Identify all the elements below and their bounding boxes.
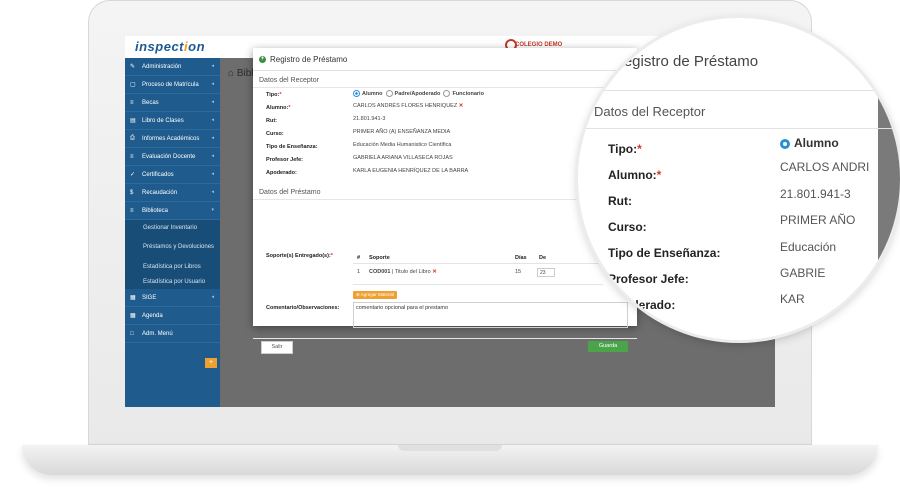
sidebar-item-administracion[interactable]: ✎ Administración ◂ [125,58,220,76]
mag-label-alumno: Alumno:* [608,168,662,182]
mag-value-rut: 21.801.941-3 [780,187,851,201]
sidebar: ✎ Administración ◂ ▢ Proceso de Matrícula ◂ … [125,58,220,407]
remove-icon[interactable]: ✕ [459,103,464,109]
sidebar-subitem-prestamos[interactable]: Préstamos y Devoluciones [125,235,220,259]
sidebar-item-biblioteca[interactable]: ≡ Biblioteca ▾ [125,202,220,220]
sidebar-item-matricula[interactable]: ▢ Proceso de Matrícula ◂ [125,76,220,94]
book-icon: ▤ [130,118,136,124]
mag-value-curso: PRIMER AÑO [780,213,856,227]
mag-value-apoderado: KAR [780,292,805,306]
radio-apoderado[interactable]: Padre/Apoderado [385,90,440,97]
grid-icon: ▦ [130,295,136,301]
mag-value-alumno: CARLOS ANDRI [780,160,870,174]
sidebar-item-becas[interactable]: ≡ Becas ◂ [125,94,220,112]
sidebar-item-recaudacion[interactable]: $ Recaudación ◂ [125,184,220,202]
sidebar-subitem-inventario[interactable]: Gestionar Inventario [125,220,220,235]
chevron-icon: ◂ [211,117,214,123]
dollar-icon: $ [130,189,134,196]
chevron-icon: ◂ [211,189,214,195]
chevron-icon: ◂ [211,135,214,141]
add-material-button[interactable]: ⊕ Agregar Material [353,291,398,299]
radio-funcionario[interactable]: Funcionario [443,90,484,97]
app-logo[interactable]: inspection [135,39,205,54]
list-icon: ≡ [130,99,134,106]
magnifier-divider [578,128,900,129]
comentario-label: Comentario/Observaciones: [266,305,340,311]
col-num: # [357,255,361,261]
magnifier-callout: + Registro de Préstamo Datos del Receptor… [578,18,900,340]
sidebar-item-certificados[interactable]: ✓ Certificados ◂ [125,166,220,184]
sidebar-item-libro-clases[interactable]: ▤ Libro de Clases ◂ [125,112,220,130]
chevron-down-icon: ▾ [211,207,214,213]
remove-icon[interactable]: ✕ [432,269,437,275]
laptop-notch [398,445,502,451]
document-icon: ▢ [130,82,136,88]
mag-label-rut: Rut: [608,194,632,208]
chevron-icon: ◂ [211,81,214,87]
list-icon: ≡ [130,153,134,160]
chevron-icon: ◂ [211,63,214,69]
sidebar-item-informes[interactable]: ⎙ Informes Académicos ◂ [125,130,220,148]
sidebar-item-agenda[interactable]: ▦ Agenda [125,307,220,325]
table-divider [353,284,603,285]
mag-label-profesor: Profesor Jefe: [608,272,689,286]
sidebar-subitem-estadistica-libros[interactable]: Estadística por Libros [125,259,220,274]
chevron-icon: ◂ [211,99,214,105]
certificate-icon: ✓ [130,172,136,178]
sidebar-toggle-button[interactable]: + [205,358,217,368]
mag-label-tipo-ensenanza: Tipo de Enseñanza: [608,246,721,260]
square-icon: □ [130,330,134,337]
chevron-icon: ◂ [211,153,214,159]
sidebar-item-adm-menu[interactable]: □ Adm. Menú [125,325,220,343]
mag-radio-alumno[interactable]: Alumno [780,136,839,150]
table-divider [353,263,603,264]
page-title: ⌂ Bibl [228,68,254,79]
date-input[interactable]: 23 [537,268,555,277]
wrench-icon: ✎ [130,64,136,70]
mag-label-tipo: Tipo:* [608,142,642,156]
col-soporte: Soporte [369,255,390,261]
calendar-icon: ▦ [130,313,136,319]
magnifier-section: Datos del Receptor [594,104,706,119]
save-button[interactable]: Guarda [588,341,628,352]
radio-alumno[interactable]: Alumno [353,90,382,97]
home-icon: ⌂ [228,68,235,79]
magnifier-header: + Registro de Préstamo [578,18,900,91]
exit-button[interactable]: Salir [261,341,293,354]
mag-label-apoderado: Apoderado: [608,298,676,312]
col-de: De [539,255,547,261]
modal-title: Registro de Préstamo [270,54,348,64]
sidebar-item-evaluacion[interactable]: ≡ Evaluación Docente ◂ [125,148,220,166]
mag-value-profesor: GABRIE [780,266,826,280]
plus-circle-icon: + [596,55,608,68]
mag-value-tipo-ensenanza: Educación [780,240,837,254]
sidebar-subitem-estadistica-usuario[interactable]: Estadística por Usuario [125,274,220,289]
plus-circle-icon: + [259,55,266,63]
chevron-icon: ◂ [211,294,214,300]
chevron-icon: ◂ [211,171,214,177]
mag-label-curso: Curso: [608,220,647,234]
sidebar-item-sige[interactable]: ▦ SIGE ◂ [125,289,220,307]
col-dias: Días [515,255,527,261]
soportes-label: Soporte(s) Entregado(s):* [266,253,333,259]
print-icon: ⎙ [130,135,135,141]
list-icon: ≡ [130,207,134,214]
